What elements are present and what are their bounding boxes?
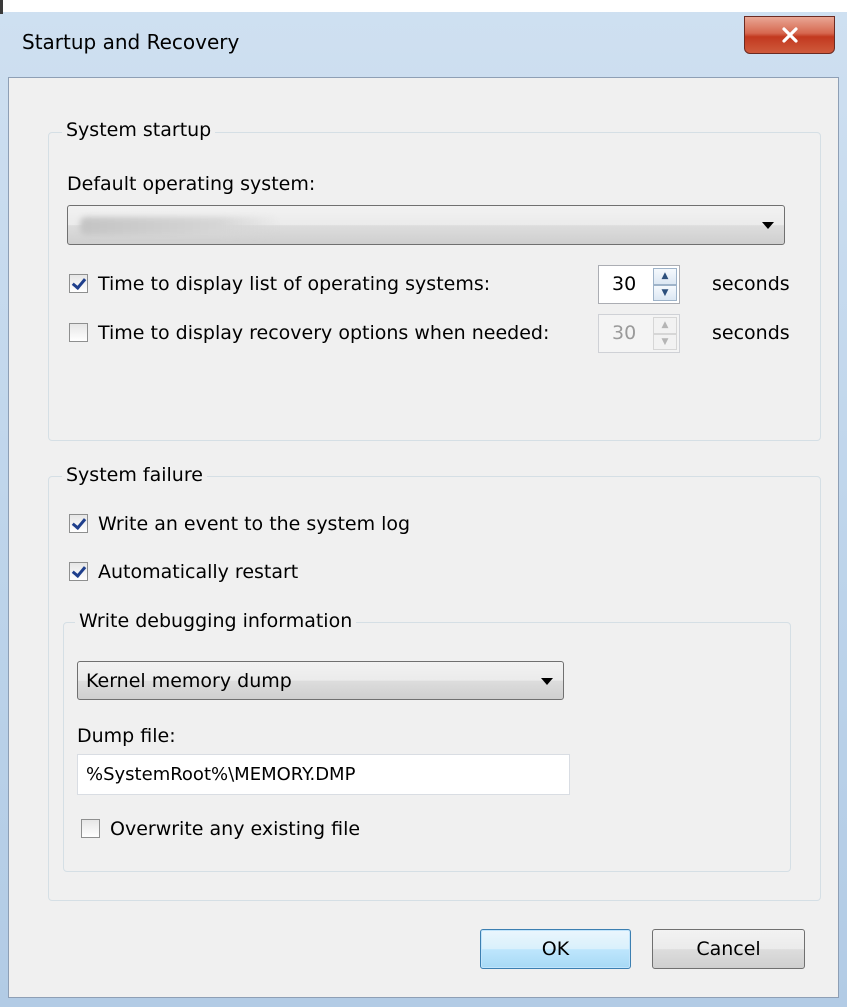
recovery-options-checkbox[interactable] [69, 323, 88, 342]
debug-info-title: Write debugging information [75, 610, 357, 632]
list-os-label: Time to display list of operating system… [98, 273, 491, 295]
list-os-time-spinner[interactable]: 30 ▲ ▼ [598, 265, 680, 304]
system-startup-title: System startup [62, 119, 216, 141]
dump-type-dropdown[interactable]: Kernel memory dump [77, 661, 564, 700]
default-os-dropdown[interactable] [67, 205, 785, 245]
recovery-options-time-value: 30 [612, 322, 637, 344]
close-button[interactable] [744, 16, 835, 54]
auto-restart-checkbox[interactable] [69, 562, 88, 581]
recovery-options-time-spinner: 30 ▲ ▼ [598, 314, 680, 353]
write-event-checkbox[interactable] [69, 514, 88, 533]
list-os-time-value: 30 [612, 273, 637, 295]
window-top-edge [0, 0, 847, 12]
system-failure-title: System failure [62, 464, 207, 486]
overwrite-checkbox[interactable] [81, 819, 100, 838]
spin-up-icon: ▲ [653, 317, 677, 334]
list-os-unit: seconds [712, 273, 790, 295]
default-os-value [80, 217, 280, 235]
window-corner [0, 0, 3, 14]
dump-file-input[interactable] [86, 761, 556, 787]
recovery-options-unit: seconds [712, 322, 790, 344]
chevron-down-icon [762, 222, 774, 229]
chevron-down-icon [541, 677, 553, 685]
write-event-label: Write an event to the system log [98, 513, 411, 535]
close-icon [781, 27, 798, 43]
spin-down-icon: ▼ [653, 333, 677, 350]
list-os-checkbox[interactable] [69, 274, 88, 293]
dump-file-field[interactable] [77, 754, 570, 795]
auto-restart-label: Automatically restart [98, 561, 299, 583]
spin-down-icon[interactable]: ▼ [653, 284, 677, 301]
dialog-body: System startup Default operating system:… [8, 77, 839, 998]
recovery-options-label: Time to display recovery options when ne… [98, 322, 550, 344]
ok-button[interactable]: OK [480, 929, 631, 969]
overwrite-label: Overwrite any existing file [110, 818, 361, 840]
spin-up-icon[interactable]: ▲ [653, 268, 677, 285]
dump-type-value: Kernel memory dump [86, 670, 292, 692]
dialog-window: Startup and Recovery System startup Defa… [0, 0, 847, 1007]
cancel-label: Cancel [696, 938, 761, 960]
dump-file-label: Dump file: [77, 725, 176, 747]
cancel-button[interactable]: Cancel [652, 929, 805, 969]
ok-label: OK [541, 938, 570, 960]
default-os-label: Default operating system: [67, 173, 316, 195]
window-title: Startup and Recovery [22, 30, 240, 54]
